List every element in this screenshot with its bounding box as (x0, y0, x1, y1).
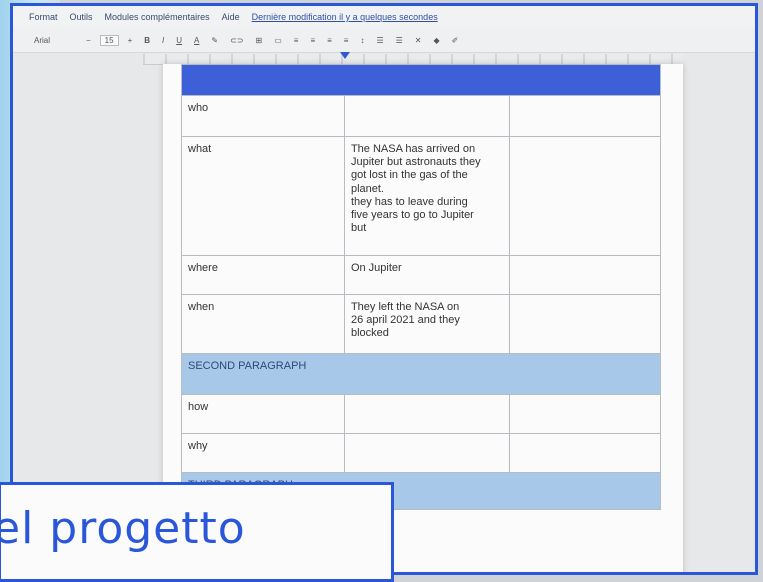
menu-tools[interactable]: Outils (70, 12, 93, 22)
pen-icon[interactable]: ✐ (449, 35, 462, 46)
increase-size-icon[interactable]: + (125, 35, 136, 46)
table-cell[interactable]: where (181, 255, 345, 295)
table-cell[interactable] (508, 433, 662, 473)
align-center-icon[interactable]: ≡ (307, 35, 318, 46)
table-cell[interactable]: who (181, 95, 345, 137)
table-cell[interactable]: The NASA has arrived on Jupiter but astr… (343, 136, 510, 256)
align-left-icon[interactable]: ≡ (291, 35, 302, 46)
comment-icon[interactable]: ⊞ (253, 35, 266, 46)
table-row: what The NASA has arrived on Jupiter but … (181, 136, 662, 256)
format-toolbar: Arial − 15 + B I U A ✎ ⊂⊃ ⊞ ▭ ≡ ≡ ≡ ≡ ↕ … (13, 28, 755, 53)
table-cell[interactable]: On Jupiter (343, 255, 510, 295)
bulleted-list-icon[interactable]: ☰ (393, 35, 406, 46)
section-label[interactable]: SECOND PARAGRAPH (181, 353, 661, 395)
table-cell[interactable]: what (181, 136, 345, 256)
table-cell[interactable]: how (181, 394, 345, 434)
underline-button[interactable]: U (173, 35, 185, 46)
link-icon[interactable]: ⊂⊃ (227, 35, 246, 46)
caption-text: el progetto (0, 503, 246, 554)
last-edit-link[interactable]: Dernière modification il y a quelques se… (252, 12, 438, 22)
table-row: when They left the NASA on 26 april 2021 … (181, 294, 662, 354)
document-table: who what The NASA has arrived on Jupiter b… (181, 64, 662, 510)
highlight-icon[interactable]: ✎ (208, 35, 221, 46)
caption-overlay: el progetto (0, 482, 394, 582)
image-icon[interactable]: ▭ (271, 35, 285, 46)
menu-format[interactable]: Format (29, 12, 58, 22)
menu-addons[interactable]: Modules complémentaires (105, 12, 210, 22)
table-row: how (181, 394, 662, 434)
text-color-button[interactable]: A (191, 35, 202, 46)
decrease-size-icon[interactable]: − (83, 35, 94, 46)
line-spacing-icon[interactable]: ↕ (357, 35, 367, 46)
section-row: SECOND PARAGRAPH (181, 353, 661, 395)
table-cell[interactable] (508, 255, 662, 295)
table-cell[interactable] (508, 95, 662, 137)
table-cell[interactable] (343, 433, 510, 473)
italic-button[interactable]: I (159, 35, 167, 46)
indent-marker-icon[interactable] (340, 52, 350, 59)
table-cell[interactable] (343, 394, 510, 434)
table-cell[interactable]: when (181, 294, 345, 354)
fill-color-icon[interactable]: ◆ (431, 35, 443, 46)
menu-bar: Format Outils Modules complémentaires Ai… (13, 6, 755, 28)
numbered-list-icon[interactable]: ☰ (373, 35, 386, 46)
table-row: who (181, 95, 662, 137)
table-cell[interactable]: They left the NASA on 26 april 2021 and … (343, 294, 510, 354)
table-cell[interactable] (508, 136, 662, 256)
table-cell[interactable] (508, 394, 662, 434)
font-select[interactable]: Arial (31, 35, 77, 46)
table-row: where On Jupiter (181, 255, 662, 295)
align-justify-icon[interactable]: ≡ (341, 35, 352, 46)
table-cell[interactable]: why (181, 433, 345, 473)
font-size-field[interactable]: 15 (99, 34, 119, 46)
table-cell[interactable] (343, 95, 510, 137)
menu-help[interactable]: Aide (222, 12, 240, 22)
table-row: why (181, 433, 662, 473)
table-header-bar (181, 64, 661, 96)
align-right-icon[interactable]: ≡ (324, 35, 335, 46)
table-cell[interactable] (508, 294, 662, 354)
bold-button[interactable]: B (141, 35, 153, 46)
clear-format-icon[interactable]: ✕ (412, 35, 425, 46)
